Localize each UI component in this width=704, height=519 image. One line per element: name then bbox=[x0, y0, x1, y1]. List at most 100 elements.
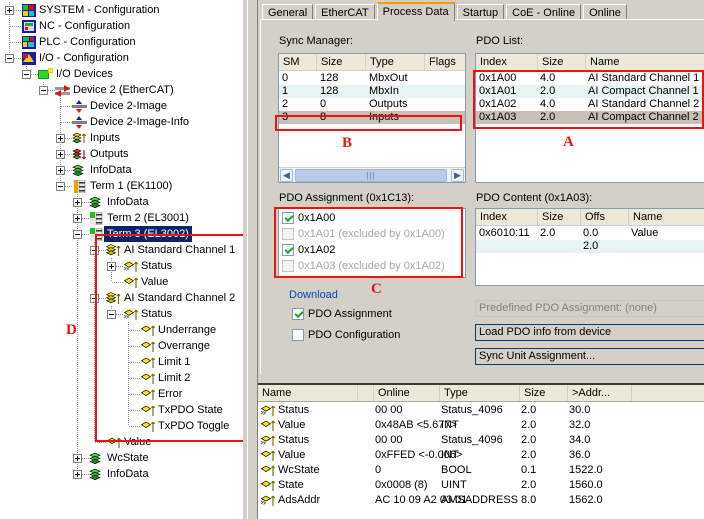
tab-ethercat[interactable]: EtherCAT bbox=[315, 4, 375, 20]
configuration-tree[interactable]: SYSTEM - Configuration NC - Configuration… bbox=[0, 0, 243, 519]
expand-icon[interactable] bbox=[107, 262, 116, 271]
checkbox-icon[interactable] bbox=[292, 308, 304, 320]
collapse-icon[interactable] bbox=[5, 54, 14, 63]
system-config-icon bbox=[21, 4, 37, 17]
sync-manager-label: Sync Manager: bbox=[279, 35, 353, 47]
online-grid-row[interactable]: State 0x0008 (8) UINT 2.0 1560.0 bbox=[258, 478, 704, 493]
pdo-list-row[interactable]: 0x1A02 4.0 AI Standard Channel 2 bbox=[476, 98, 704, 111]
cell-index: 0x1A02 bbox=[479, 98, 517, 110]
pdo-list-row[interactable]: 0x1A03 2.0 AI Compact Channel 2 bbox=[476, 111, 704, 124]
cell-flags bbox=[428, 72, 464, 85]
cell-size: 2.0 bbox=[540, 227, 556, 239]
scroll-right-arrow[interactable]: ▶ bbox=[451, 169, 464, 182]
column-offs[interactable]: Offs bbox=[581, 209, 629, 225]
column-name[interactable]: Name bbox=[586, 54, 704, 70]
tab-general[interactable]: General bbox=[262, 4, 314, 20]
online-grid-row[interactable]: Status 00 00 Status_4096 2.0 30.0 bbox=[258, 403, 704, 418]
pdo-content-list[interactable]: Index Size Offs Name 0x6010:11 2.0 0.0 Valu… bbox=[475, 208, 704, 286]
collapse-icon[interactable] bbox=[73, 230, 82, 239]
column-flags[interactable]: Flags bbox=[425, 54, 465, 70]
cell-offs: 2.0 bbox=[583, 240, 599, 252]
column-size[interactable]: Size bbox=[520, 385, 568, 401]
sync-manager-row[interactable]: 2 0 Outputs bbox=[279, 98, 465, 111]
tab-startup[interactable]: Startup bbox=[456, 4, 505, 20]
column-type[interactable]: Type bbox=[440, 385, 520, 401]
value-var-icon bbox=[140, 372, 156, 385]
expand-icon[interactable] bbox=[73, 214, 82, 223]
collapse-icon[interactable] bbox=[90, 246, 99, 255]
online-grid-row[interactable]: AdsAddrAC 10 09 A2 03 01 ...AMSADDRESS8.… bbox=[258, 493, 704, 508]
checkbox-icon[interactable] bbox=[292, 329, 304, 341]
expand-icon[interactable] bbox=[56, 134, 65, 143]
sync-manager-row[interactable]: 3 8 Inputs bbox=[279, 111, 465, 124]
column-addr[interactable]: >Addr... bbox=[568, 385, 632, 401]
online-grid-row[interactable]: Value 0x48AB <5.677> INT 2.0 32.0 bbox=[258, 418, 704, 433]
cell-type: INT bbox=[441, 449, 459, 461]
load-pdo-info-button[interactable]: Load PDO info from device bbox=[475, 324, 704, 341]
value-var-icon bbox=[260, 449, 276, 462]
checkbox-icon[interactable] bbox=[282, 260, 294, 272]
column-size[interactable]: Size bbox=[538, 54, 586, 70]
tree-item-label: Value bbox=[141, 276, 169, 288]
ai-channel-icon bbox=[106, 292, 122, 305]
online-grid-row[interactable]: Status 00 00 Status_4096 2.0 34.0 bbox=[258, 433, 704, 448]
pdo-list-row[interactable]: 0x1A00 4.0 AI Standard Channel 1 bbox=[476, 72, 704, 85]
pdo-list[interactable]: Index Size Name 0x1A00 4.0 AI Standard Cha… bbox=[475, 53, 704, 183]
column-spacer[interactable] bbox=[358, 385, 374, 401]
ai-channel-icon bbox=[106, 244, 122, 257]
cell-addr: 30.0 bbox=[569, 404, 591, 416]
online-grid-row[interactable]: WcState 0 BOOL 0.1 1522.0 bbox=[258, 463, 704, 478]
column-online[interactable]: Online bbox=[374, 385, 440, 401]
io-devices-icon bbox=[38, 68, 54, 81]
expand-icon[interactable] bbox=[5, 6, 14, 15]
tree-item-label: Device 2 (EtherCAT) bbox=[73, 84, 174, 96]
checkbox-icon[interactable] bbox=[282, 228, 294, 240]
cell-sm: 2 bbox=[282, 98, 289, 110]
download-item-label: PDO Assignment bbox=[308, 308, 392, 320]
sync-unit-assignment-button[interactable]: Sync Unit Assignment... bbox=[475, 348, 704, 365]
scroll-left-arrow[interactable]: ◀ bbox=[280, 169, 293, 182]
online-variables-grid[interactable]: Name Online Type Size >Addr... Status 00 … bbox=[258, 383, 704, 519]
column-size[interactable]: Size bbox=[538, 209, 581, 225]
column-name[interactable]: Name bbox=[629, 209, 704, 225]
scroll-thumb[interactable]: ||| bbox=[295, 169, 447, 182]
collapse-icon[interactable] bbox=[56, 182, 65, 191]
image-icon bbox=[72, 100, 88, 113]
pdo-content-row[interactable]: 0x6010:11 2.0 0.0 Value bbox=[476, 227, 704, 240]
sync-manager-hscrollbar[interactable]: ◀ ||| ▶ bbox=[279, 167, 465, 182]
pdo-assignment-list[interactable]: 0x1A00 0x1A01 (excluded by 0x1A00) 0x1A02 0… bbox=[278, 208, 466, 278]
annotation-label-a: A bbox=[563, 134, 574, 150]
collapse-icon[interactable] bbox=[90, 294, 99, 303]
splitter-grip[interactable] bbox=[247, 0, 258, 519]
column-name[interactable]: Name bbox=[258, 385, 358, 401]
online-grid-row[interactable]: Value 0xFFED <-0.006> INT 2.0 36.0 bbox=[258, 448, 704, 463]
panel-splitter[interactable] bbox=[243, 0, 258, 519]
pdo-content-row[interactable]: 2.0 bbox=[476, 240, 704, 253]
terminal-icon bbox=[72, 180, 88, 193]
pdo-list-row[interactable]: 0x1A01 2.0 AI Compact Channel 1 bbox=[476, 85, 704, 98]
cell-size bbox=[540, 240, 580, 253]
column-sm[interactable]: SM bbox=[279, 54, 317, 70]
collapse-icon[interactable] bbox=[107, 310, 116, 319]
column-index[interactable]: Index bbox=[476, 209, 538, 225]
download-groupbox bbox=[278, 295, 466, 359]
tab-process-data[interactable]: Process Data bbox=[376, 2, 455, 21]
sync-manager-row[interactable]: 0 128 MbxOut bbox=[279, 72, 465, 85]
column-index[interactable]: Index bbox=[476, 54, 538, 70]
collapse-icon[interactable] bbox=[22, 70, 31, 79]
column-size[interactable]: Size bbox=[317, 54, 366, 70]
column-type[interactable]: Type bbox=[366, 54, 425, 70]
expand-icon[interactable] bbox=[56, 166, 65, 175]
checkbox-icon[interactable] bbox=[282, 212, 294, 224]
expand-icon[interactable] bbox=[73, 470, 82, 479]
sync-manager-list[interactable]: SM Size Type Flags 0 128 MbxOut 1 128 MbxIn 2 0… bbox=[278, 53, 466, 183]
cell-sm: 3 bbox=[282, 111, 289, 123]
checkbox-icon[interactable] bbox=[282, 244, 294, 256]
tab-coe-online[interactable]: CoE - Online bbox=[506, 4, 582, 20]
sync-manager-row[interactable]: 1 128 MbxIn bbox=[279, 85, 465, 98]
collapse-icon[interactable] bbox=[39, 86, 48, 95]
expand-icon[interactable] bbox=[56, 150, 65, 159]
expand-icon[interactable] bbox=[73, 454, 82, 463]
expand-icon[interactable] bbox=[73, 198, 82, 207]
tab-online[interactable]: Online bbox=[583, 4, 627, 20]
